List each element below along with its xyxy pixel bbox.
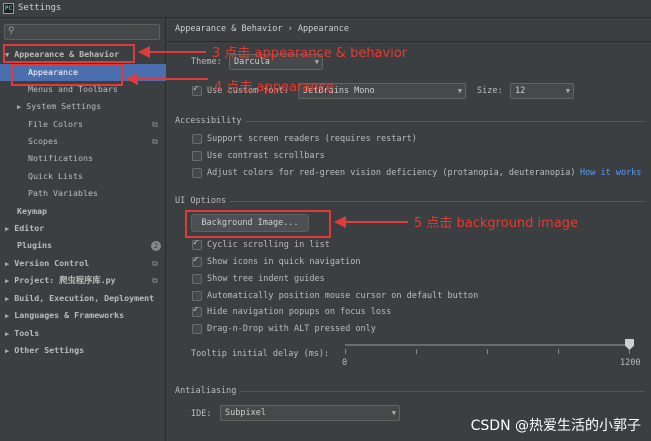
screen-readers-label: Support screen readers (requires restart… [207,134,417,144]
ide-antialiasing-select[interactable]: Subpixel ▼ [220,405,400,421]
breadcrumb-part: Appearance [297,24,350,34]
sidebar-item-label: Build, Execution, Deployment [14,293,155,303]
tooltip-delay-slider[interactable] [345,344,630,346]
sidebar-item-scopes[interactable]: Scopes [28,133,58,150]
mouse-position-checkbox[interactable] [192,291,202,301]
sidebar-item-keymap[interactable]: Keymap [17,203,47,220]
sidebar-item-languages[interactable]: ▶ Languages & Frameworks [5,307,124,324]
chevron-right-icon: ▶ [5,260,10,268]
hide-popups-checkbox[interactable] [192,305,202,317]
screen-readers-checkbox[interactable] [192,134,202,144]
ui-options-section-title: UI Options [175,196,227,206]
sidebar-item-label: System Settings [26,101,102,111]
annotation-box-step4 [11,64,123,86]
chevron-right-icon: ▶ [5,312,10,320]
sidebar-item-plugins[interactable]: Plugins [17,237,52,254]
color-deficiency-checkbox[interactable] [192,168,202,178]
breadcrumb-part: Appearance & Behavior [175,24,283,34]
search-input[interactable]: ⚲ [4,24,160,40]
font-size-label: Size: [477,86,503,96]
sidebar-item-system-settings[interactable]: ▶ System Settings [17,98,101,115]
how-it-works-link[interactable]: How it works [580,168,641,178]
sidebar-item-version-control[interactable]: ▶ Version Control [5,255,89,272]
cyclic-scrolling-label: Cyclic scrolling in list [207,240,330,250]
sidebar-item-tools[interactable]: ▶ Tools [5,325,39,342]
csdn-watermark: CSDN @热爱生活的小郭子 [470,418,641,434]
annotation-step3-text: 3 点击 appearance & behavior [212,46,408,61]
slider-tick [416,349,417,354]
chevron-right-icon: ▶ [5,330,10,338]
slider-tick [345,349,346,354]
chevron-right-icon: ▶ [17,103,22,111]
antialiasing-section-title: Antialiasing [175,386,237,396]
project-scope-icon: ⧉ [152,120,158,129]
plugins-update-badge: 2 [151,241,161,251]
section-divider [230,201,645,202]
chevron-right-icon: ▶ [5,347,10,355]
cyclic-scrolling-checkbox[interactable] [192,238,202,250]
ide-antialiasing-label: IDE: [191,409,212,419]
chevron-right-icon: ▶ [5,225,10,233]
font-size-value: 12 [515,86,526,96]
slider-min-label: 0 [342,358,348,368]
slider-tick [558,349,559,354]
breadcrumb-separator: › [287,24,293,34]
sidebar-item-file-colors[interactable]: File Colors [28,116,83,133]
annotation-box-step5 [185,210,331,238]
hide-popups-label: Hide navigation popups on focus loss [207,307,392,317]
section-divider [245,121,645,122]
title-bar: PC Settings [0,0,651,18]
color-deficiency-label: Adjust colors for red-green vision defic… [207,168,576,178]
sidebar-item-label: Other Settings [14,345,85,355]
accessibility-section-title: Accessibility [175,116,242,126]
chevron-down-icon: ▼ [565,87,570,95]
sidebar-item-label: Editor [14,223,45,233]
sidebar-item-project[interactable]: ▶ Project: 爬虫程序库.py [5,272,116,289]
sidebar-item-label: Project: 爬虫程序库.py [14,275,116,285]
ide-antialiasing-value: Subpixel [225,408,266,418]
annotation-arrow-step3 [138,46,206,58]
drag-n-drop-checkbox[interactable] [192,324,202,334]
sidebar-item-notifications[interactable]: Notifications [28,150,93,167]
tooltip-delay-label: Tooltip initial delay (ms): [191,349,330,359]
chevron-right-icon: ▶ [5,277,10,285]
sidebar-item-build[interactable]: ▶ Build, Execution, Deployment [5,290,154,307]
breadcrumb: Appearance & Behavior › Appearance [175,24,349,34]
sidebar-item-other-settings[interactable]: ▶ Other Settings [5,342,84,359]
tree-indent-label: Show tree indent guides [207,274,325,284]
contrast-scrollbars-checkbox[interactable] [192,151,202,161]
custom-font-checkbox[interactable] [192,84,202,96]
slider-tick [487,349,488,354]
sidebar-item-path-variables[interactable]: Path Variables [28,185,98,202]
tree-indent-checkbox[interactable] [192,274,202,284]
app-icon: PC [3,3,14,14]
annotation-step5-text: 5 点击 background image [414,216,579,231]
annotation-box-step3 [3,44,135,63]
annotation-step4-text: 4 点击 appearance [214,80,334,95]
project-scope-icon: ⧉ [152,276,158,285]
slider-thumb[interactable] [625,339,634,350]
mouse-position-label: Automatically position mouse cursor on d… [207,291,479,301]
contrast-scrollbars-label: Use contrast scrollbars [207,151,325,161]
sidebar-item-quick-lists[interactable]: Quick Lists [28,168,83,185]
sidebar-item-editor[interactable]: ▶ Editor [5,220,44,237]
annotation-arrow-step5 [334,216,408,228]
chevron-down-icon: ▼ [457,87,462,95]
project-scope-icon: ⧉ [152,137,158,146]
chevron-down-icon: ▼ [391,409,396,417]
show-icons-label: Show icons in quick navigation [207,257,361,267]
sidebar-item-label: Tools [14,328,40,338]
show-icons-checkbox[interactable] [192,255,202,267]
window-title: Settings [18,3,62,13]
sidebar-item-label: Version Control [14,258,90,268]
sidebar-item-label: Languages & Frameworks [14,310,125,320]
project-scope-icon: ⧉ [152,259,158,268]
section-divider [240,391,645,392]
drag-n-drop-label: Drag-n-Drop with ALT pressed only [207,324,376,334]
slider-max-label: 1200 [620,358,641,368]
search-icon: ⚲ [8,26,15,36]
chevron-right-icon: ▶ [5,295,10,303]
font-size-select[interactable]: 12 ▼ [510,83,574,99]
annotation-arrow-step4 [126,73,208,85]
